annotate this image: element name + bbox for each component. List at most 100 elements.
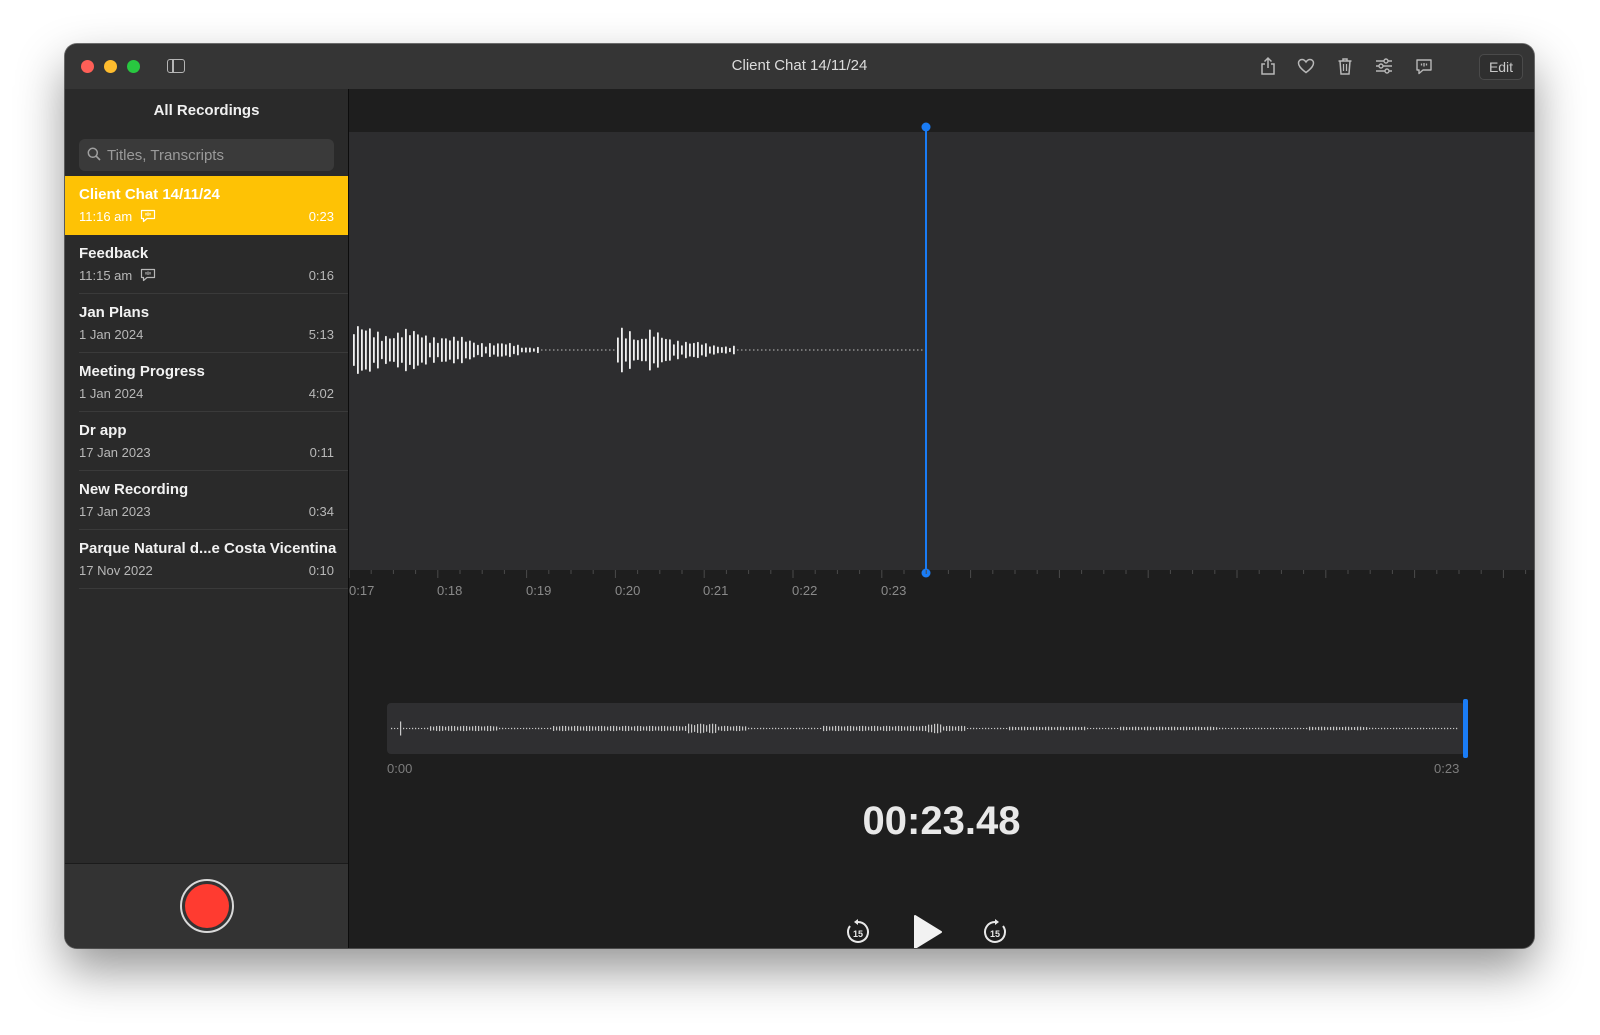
overview-waveform-bar <box>775 727 777 730</box>
overview-waveform-bar <box>1288 727 1290 730</box>
overview-waveform-bar <box>1324 726 1326 731</box>
overview-waveform-bar <box>1303 727 1305 730</box>
overview-waveform-bar <box>724 725 726 732</box>
overview-waveform-bar <box>637 725 639 732</box>
recording-item[interactable]: Parque Natural d...e Costa Vicentina 17 … <box>65 530 348 589</box>
playhead-top-knob <box>921 122 931 132</box>
overview-waveform-bar <box>646 726 648 731</box>
overview-waveform-bar <box>1093 727 1095 730</box>
recording-item[interactable]: New Recording 17 Jan 2023 0:34 <box>65 471 348 530</box>
overview-waveform-bar <box>1132 726 1134 731</box>
overview-waveform-bar <box>394 727 396 730</box>
overview-waveform-bar <box>874 725 876 732</box>
search-input[interactable] <box>107 139 327 171</box>
heart-icon[interactable] <box>1294 54 1318 78</box>
transcript-icon[interactable] <box>1412 54 1436 78</box>
overview-waveform-bar <box>871 726 873 731</box>
recording-item[interactable]: Jan Plans 1 Jan 2024 5:13 <box>65 294 348 353</box>
trash-icon[interactable] <box>1333 54 1357 78</box>
overview-waveform-bar <box>544 727 546 730</box>
overview-waveform-bar <box>976 727 978 730</box>
overview-waveform-bar <box>1039 726 1041 731</box>
overview-waveform-bar <box>1063 726 1065 731</box>
overview-waveform-bar <box>1363 727 1365 730</box>
recording-item[interactable]: Feedback 11:15 am 0:16 <box>65 235 348 294</box>
edit-button[interactable]: Edit <box>1479 54 1523 80</box>
overview-waveform-bar <box>817 727 819 730</box>
sidebar: All Recordings Client Chat 14/11/24 11:1… <box>65 89 349 948</box>
playhead[interactable] <box>349 89 1534 629</box>
search-field[interactable] <box>79 139 334 171</box>
overview-waveform-bar <box>1222 727 1224 730</box>
recording-item[interactable]: Dr app 17 Jan 2023 0:11 <box>65 412 348 471</box>
overview-waveform-bar <box>946 726 948 731</box>
overview-waveform-bar <box>1396 727 1398 730</box>
overview-waveform-bar <box>895 726 897 731</box>
overview-waveform-bar <box>1048 726 1050 731</box>
overview-waveform-bar <box>913 725 915 732</box>
overview-waveform-bar <box>415 727 417 730</box>
sliders-icon[interactable] <box>1372 54 1396 78</box>
overview-waveform-bar <box>1267 727 1269 730</box>
voice-memos-window: Client Chat 14/11/24 Edit All Recordings… <box>65 44 1534 948</box>
play-button[interactable] <box>910 909 944 948</box>
current-time-display: 00:23.48 <box>862 799 1021 843</box>
waveform-overview[interactable] <box>387 699 1468 758</box>
overview-waveform-bar <box>1417 727 1419 730</box>
overview-waveform-bar <box>472 726 474 731</box>
overview-waveform-bar <box>1168 726 1170 731</box>
overview-waveform-bar <box>1393 727 1395 730</box>
timeline-tick-label: 0:23 <box>881 583 907 598</box>
overview-waveform-bar <box>757 727 759 730</box>
overview-waveform-bar <box>670 726 672 731</box>
skip-forward-15-button[interactable]: 15 <box>980 917 1010 947</box>
share-icon[interactable] <box>1256 54 1280 78</box>
overview-waveform-bar <box>1291 727 1293 730</box>
overview-waveform-bar <box>595 726 597 731</box>
overview-waveform-bar <box>391 727 393 730</box>
overview-waveform-bar <box>952 726 954 731</box>
overview-waveform-bar <box>1156 726 1158 731</box>
overview-waveform-bar <box>673 725 675 732</box>
overview-waveform-bar <box>1201 727 1203 730</box>
svg-text:15: 15 <box>853 929 863 939</box>
overview-waveform-bar <box>685 726 687 731</box>
overview-waveform-bar <box>559 726 561 731</box>
overview-waveform-bar <box>718 726 720 731</box>
overview-waveform-bar <box>691 724 693 733</box>
overview-waveform-bar <box>1054 727 1056 730</box>
recording-duration: 0:10 <box>308 563 334 578</box>
skip-back-15-button[interactable]: 15 <box>843 917 873 947</box>
timeline-tick-label: 0:18 <box>437 583 463 598</box>
overview-waveform-bar <box>1234 727 1236 730</box>
recording-item[interactable]: Client Chat 14/11/24 11:16 am 0:23 <box>65 176 348 235</box>
overview-waveform-bar <box>859 726 861 731</box>
overview-waveform-bar <box>1135 726 1137 731</box>
overview-waveform-bar <box>571 726 573 731</box>
overview-waveform-bar <box>1189 727 1191 730</box>
overview-waveform-bar <box>592 726 594 731</box>
overview-waveform-bar <box>613 725 615 732</box>
overview-waveform-bar <box>517 727 519 730</box>
recording-duration: 0:34 <box>308 504 334 519</box>
play-icon <box>914 915 942 948</box>
overview-waveform-bar <box>829 726 831 731</box>
recording-item[interactable]: Meeting Progress 1 Jan 2024 4:02 <box>65 353 348 412</box>
overview-waveform-bar <box>1276 727 1278 730</box>
record-button[interactable] <box>180 879 234 933</box>
overview-waveform-bar <box>1444 727 1446 730</box>
overview-waveform-bar <box>862 725 864 732</box>
overview-waveform-bar <box>1381 727 1383 730</box>
overview-waveform-bar <box>547 727 549 730</box>
overview-waveform-bar <box>799 727 801 730</box>
overview-waveform-bar <box>541 727 543 730</box>
overview-waveform-bar <box>1240 728 1242 729</box>
overview-waveform-bar <box>1051 726 1053 731</box>
overview-waveform-bar <box>1405 727 1407 730</box>
overview-playhead-handle[interactable] <box>1463 699 1468 758</box>
overview-waveform-bar <box>967 728 969 729</box>
overview-waveform-bar <box>943 726 945 731</box>
overview-waveform-bar <box>739 725 741 732</box>
overview-waveform-bar <box>985 727 987 730</box>
overview-waveform-bar <box>844 726 846 731</box>
